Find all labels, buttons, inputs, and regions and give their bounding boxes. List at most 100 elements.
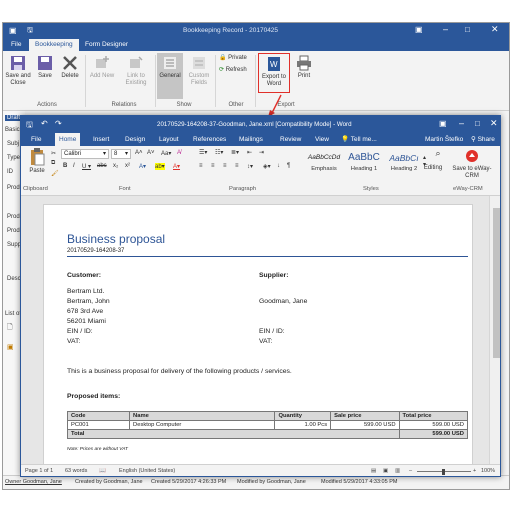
tab-form-designer[interactable]: Form Designer <box>79 39 134 51</box>
save-to-eway-button[interactable]: Save to eWay-CRM <box>449 148 495 180</box>
justify-icon[interactable]: ≡ <box>235 163 239 169</box>
decrease-indent-icon[interactable]: ⇤ <box>247 149 252 156</box>
italic-icon[interactable]: I <box>73 163 75 169</box>
tab-basic[interactable]: Basic <box>5 127 20 133</box>
multilevel-list-icon[interactable]: ≣▾ <box>231 149 239 156</box>
group-other: Other <box>228 102 244 108</box>
item-icon[interactable]: ▣ <box>7 343 14 351</box>
zoom-out-icon[interactable]: – <box>409 468 412 474</box>
word-tab-view[interactable]: View <box>311 133 333 146</box>
word-tab-home[interactable]: Home <box>55 133 81 146</box>
style-emphasis[interactable]: AaBbCcDd Emphasis <box>305 150 343 178</box>
scrollbar-thumb[interactable] <box>493 208 500 358</box>
font-name-select[interactable]: Calibri ▾ <box>61 149 109 159</box>
maximize-button[interactable]: □ <box>465 25 470 34</box>
add-new-button[interactable]: Add New <box>89 55 115 80</box>
word-tab-file[interactable]: File <box>27 133 45 146</box>
customer-vat: VAT: <box>67 338 81 345</box>
tell-me-search[interactable]: 💡 Tell me... <box>337 133 381 146</box>
user-name[interactable]: Martin Štefko <box>421 133 467 146</box>
document-page[interactable]: Business proposal 20170529-164208-37 Cus… <box>43 204 473 474</box>
word-window: 🖫 ↶ ↷ 20170529-164208-37-Goodman, Jane.x… <box>20 115 501 477</box>
export-to-word-button[interactable]: W Export to Word <box>258 53 290 93</box>
word-tab-insert[interactable]: Insert <box>89 133 113 146</box>
copy-icon[interactable]: ⧉ <box>51 160 55 167</box>
numbering-icon[interactable]: ☷▾ <box>215 149 223 156</box>
bold-icon[interactable]: B <box>63 163 67 169</box>
word-tab-references[interactable]: References <box>189 133 230 146</box>
close-button[interactable]: ✕ <box>491 24 499 35</box>
vertical-scrollbar[interactable] <box>489 196 500 464</box>
word-save-icon[interactable]: 🖫 <box>26 119 33 133</box>
proofing-icon[interactable]: 📖 <box>99 468 106 474</box>
grow-font-icon[interactable]: A˄ <box>135 150 143 156</box>
highlight-icon[interactable]: ab▾ <box>155 163 165 170</box>
font-color-icon[interactable]: A▾ <box>173 163 180 170</box>
align-left-icon[interactable]: ≡ <box>199 163 203 169</box>
share-button[interactable]: ⚲ Share <box>467 133 499 146</box>
shrink-font-icon[interactable]: A˅ <box>147 150 155 156</box>
redo-icon[interactable]: ↷ <box>55 119 62 128</box>
minimize-button[interactable]: – <box>443 24 448 34</box>
save-and-close-button[interactable]: Save and Close <box>5 55 31 87</box>
word-tab-mailings[interactable]: Mailings <box>235 133 267 146</box>
link-icon <box>130 56 143 68</box>
ribbon-options-icon[interactable]: ▣ <box>415 25 423 34</box>
quick-save-icon[interactable]: 🖫 <box>27 26 33 37</box>
cut-icon[interactable]: ✂ <box>51 150 56 157</box>
refresh-button[interactable]: ⟳ Refresh <box>219 67 255 74</box>
line-spacing-icon[interactable]: ↕▾ <box>247 163 253 170</box>
strikethrough-icon[interactable]: abc <box>97 163 107 169</box>
cell-sale-price: 599.00 USD <box>330 420 400 430</box>
subscript-icon[interactable]: x₂ <box>113 163 118 169</box>
bullets-icon[interactable]: ☰▾ <box>199 149 207 156</box>
zoom-in-icon[interactable]: + <box>473 468 476 474</box>
owner-link[interactable]: Owner Goodman, Jane <box>5 479 62 485</box>
sort-icon[interactable]: ↓ <box>277 163 280 169</box>
font-size-select[interactable]: 8 ▾ <box>111 149 131 159</box>
read-mode-icon[interactable]: ▤ <box>371 468 376 474</box>
format-painter-icon[interactable]: 🖌 <box>51 170 59 177</box>
text-effects-icon[interactable]: A▾ <box>139 163 146 170</box>
print-button[interactable]: Print <box>293 55 315 80</box>
word-tab-layout[interactable]: Layout <box>155 133 183 146</box>
show-marks-icon[interactable]: ¶ <box>287 163 290 169</box>
shading-icon[interactable]: ◈▾ <box>263 163 271 170</box>
general-icon <box>164 57 176 69</box>
document-icon[interactable]: 🗋 <box>7 323 13 334</box>
tab-file[interactable]: File <box>5 39 27 51</box>
language[interactable]: English (United States) <box>119 468 175 474</box>
change-case-icon[interactable]: Aa▾ <box>161 150 171 157</box>
word-close-button[interactable]: ✕ <box>490 118 498 129</box>
underline-icon[interactable]: U ▾ <box>82 163 91 170</box>
save-button[interactable]: Save <box>35 55 55 80</box>
zoom-level[interactable]: 100% <box>481 468 495 474</box>
undo-icon[interactable]: ↶ <box>41 119 48 128</box>
increase-indent-icon[interactable]: ⇥ <box>259 149 264 156</box>
align-right-icon[interactable]: ≡ <box>223 163 227 169</box>
word-tab-review[interactable]: Review <box>276 133 305 146</box>
web-layout-icon[interactable]: ▥ <box>395 468 400 474</box>
link-existing-button[interactable]: Link to Existing <box>121 55 151 87</box>
word-minimize-button[interactable]: – <box>459 118 464 128</box>
paste-button[interactable]: Paste <box>25 148 49 174</box>
word-ribbon-options-icon[interactable]: ▣ <box>439 119 447 128</box>
style-heading-2[interactable]: AaBbCı Heading 2 <box>385 150 423 178</box>
word-maximize-button[interactable]: □ <box>475 119 480 128</box>
page-count[interactable]: Page 1 of 1 <box>25 468 53 474</box>
custom-fields-button[interactable]: Custom Fields <box>186 55 212 87</box>
align-center-icon[interactable]: ≡ <box>211 163 215 169</box>
general-button[interactable]: General <box>157 53 183 99</box>
tab-bookkeeping[interactable]: Bookkeeping <box>29 39 79 51</box>
superscript-icon[interactable]: x² <box>125 163 130 169</box>
clear-formatting-icon[interactable]: A̸ <box>177 150 181 156</box>
zoom-slider-thumb[interactable] <box>442 469 445 475</box>
word-tab-design[interactable]: Design <box>121 133 149 146</box>
word-count[interactable]: 63 words <box>65 468 87 474</box>
print-layout-icon[interactable]: ▣ <box>383 468 388 474</box>
editing-button[interactable]: ⌕ Editing <box>421 148 445 171</box>
private-button[interactable]: 🔒 Private <box>219 55 255 62</box>
delete-button[interactable]: Delete <box>59 55 81 80</box>
style-heading-1[interactable]: AaBbC Heading 1 <box>345 150 383 178</box>
search-icon: ⌕ <box>435 148 441 158</box>
